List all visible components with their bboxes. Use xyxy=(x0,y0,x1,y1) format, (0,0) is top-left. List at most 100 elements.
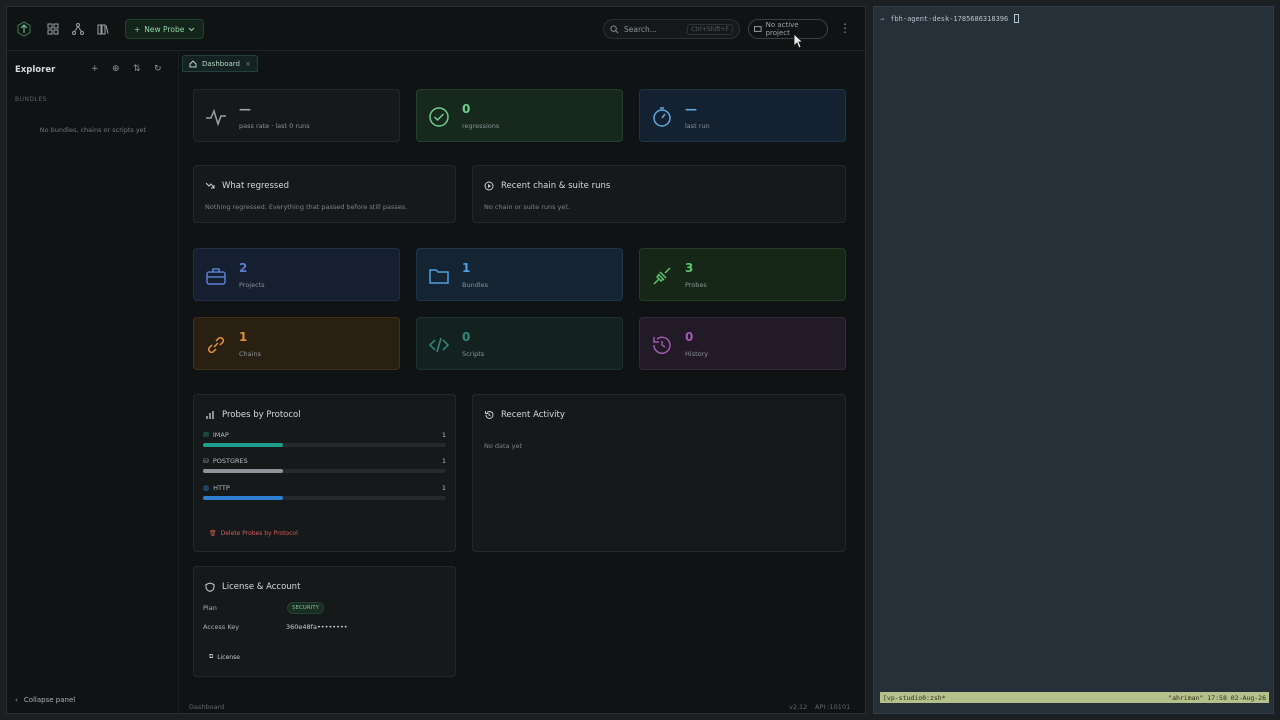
regressions-value: 0 xyxy=(462,102,471,116)
what-regressed-title: What regressed xyxy=(205,181,289,191)
protocol-row-imap: ✉ IMAP 1 xyxy=(203,431,446,447)
new-probe-button[interactable]: + New Probe xyxy=(125,19,205,39)
protocol-name: IMAP xyxy=(212,431,229,439)
license-card: License & Account Plan SECURITY Access K… xyxy=(193,566,456,677)
access-key-label: Access Key xyxy=(203,623,240,631)
license-button-label: License xyxy=(217,653,240,661)
collapse-panel-button[interactable]: ‹ Collapse panel xyxy=(15,696,75,704)
chains-value: 1 xyxy=(239,330,248,344)
history-value: 0 xyxy=(685,330,694,344)
project-selector-button[interactable]: No active project xyxy=(748,19,828,39)
history-label: History xyxy=(685,350,709,358)
chevron-left-icon: ‹ xyxy=(15,696,18,704)
protocol-count: 1 xyxy=(441,457,446,465)
delete-probes-by-protocol-button[interactable]: 🗑 Delete Probes by Protocol xyxy=(209,530,298,537)
library-icon[interactable] xyxy=(95,21,111,37)
more-menu-icon[interactable]: ⋮ xyxy=(839,21,851,35)
pass-rate-label: pass rate · last 0 runs xyxy=(239,122,310,130)
access-key-value: 360e48fa•••••••• xyxy=(286,623,348,631)
grid-icon[interactable] xyxy=(45,21,61,37)
flow-icon[interactable] xyxy=(70,21,86,37)
play-circle-icon xyxy=(484,181,494,191)
clock-icon xyxy=(485,410,494,419)
terminal-window[interactable]: → fbh-agent-desk-1785686318396 [vp-studi… xyxy=(873,6,1274,714)
protocol-bar-fill xyxy=(203,469,284,473)
probes-by-protocol-title-text: Probes by Protocol xyxy=(222,410,301,420)
chains-card[interactable]: 1 Chains xyxy=(193,317,400,370)
close-icon[interactable]: × xyxy=(245,60,251,68)
collapse-panel-label: Collapse panel xyxy=(23,696,76,704)
history-icon xyxy=(653,336,671,354)
tmux-session: [vp-studio0:zsh* xyxy=(883,693,946,702)
new-probe-label: New Probe xyxy=(144,24,185,34)
recent-activity-empty: No data yet xyxy=(484,442,523,450)
target-icon[interactable]: ⊕ xyxy=(112,64,120,74)
globe-icon: ◍ xyxy=(203,484,210,492)
chains-label: Chains xyxy=(239,350,261,358)
refresh-icon[interactable]: ↻ xyxy=(154,64,162,74)
protocol-name: HTTP xyxy=(213,484,230,492)
protocol-bar xyxy=(203,443,446,447)
bundles-card[interactable]: 1 Bundles xyxy=(416,248,623,301)
app-window: + New Probe Search... Ctrl+Shift+F No ac… xyxy=(6,6,866,714)
probes-card[interactable]: 3 Probes xyxy=(639,248,846,301)
probes-by-protocol-card: Probes by Protocol ✉ IMAP 1 ⛁ POSTGRES 1 ◍… xyxy=(193,394,456,552)
chevron-down-icon xyxy=(188,27,195,31)
terminal-prompt-line: → fbh-agent-desk-1785686318396 xyxy=(880,14,1020,23)
search-input[interactable]: Search... Ctrl+Shift+F xyxy=(603,19,740,39)
last-run-label: last run xyxy=(685,122,710,130)
search-placeholder: Search... xyxy=(624,24,657,34)
protocol-bar xyxy=(203,496,446,500)
pass-rate-value: — xyxy=(239,102,251,116)
external-link-icon: ⧉ xyxy=(209,653,214,660)
probes-by-protocol-title: Probes by Protocol xyxy=(205,410,301,420)
folder-icon xyxy=(429,269,449,284)
project-icon xyxy=(754,26,762,32)
recent-runs-title: Recent chain & suite runs xyxy=(484,181,610,191)
scripts-card[interactable]: 0 Scripts xyxy=(416,317,623,370)
plug-icon xyxy=(653,267,671,285)
recent-runs-card: Recent chain & suite runs No chain or su… xyxy=(472,165,846,223)
recent-activity-title: Recent Activity xyxy=(484,410,565,420)
projects-value: 2 xyxy=(239,261,248,275)
search-icon xyxy=(610,24,619,33)
protocol-name: POSTGRES xyxy=(212,457,248,465)
status-breadcrumb: Dashboard xyxy=(189,703,225,711)
probes-label: Probes xyxy=(685,281,707,289)
what-regressed-text: Nothing regressed. Everything that passe… xyxy=(205,203,408,211)
last-run-card: — last run xyxy=(639,89,846,142)
tab-strip: Dashboard × xyxy=(179,51,865,77)
app-logo-icon[interactable] xyxy=(16,21,32,37)
protocol-count: 1 xyxy=(441,431,446,439)
license-title-text: License & Account xyxy=(222,582,301,592)
plan-label: Plan xyxy=(203,604,217,612)
briefcase-icon xyxy=(206,268,226,285)
probes-value: 3 xyxy=(685,261,694,275)
code-icon xyxy=(428,337,450,353)
recent-activity-title-text: Recent Activity xyxy=(501,410,565,420)
terminal-cursor xyxy=(1014,14,1020,23)
pass-rate-card: — pass rate · last 0 runs xyxy=(193,89,400,142)
license-button[interactable]: ⧉ License xyxy=(209,653,240,661)
activity-icon xyxy=(206,108,226,127)
add-icon[interactable]: + xyxy=(91,64,99,74)
prompt-arrow-icon: → xyxy=(880,14,885,23)
projects-card[interactable]: 2 Projects xyxy=(193,248,400,301)
explorer-empty-text: No bundles, chains or scripts yet xyxy=(39,126,147,134)
mail-icon: ✉ xyxy=(203,431,209,439)
dashboard-content: — pass rate · last 0 runs 0 regressions … xyxy=(179,77,865,697)
home-icon xyxy=(189,59,197,67)
check-circle-icon xyxy=(429,107,449,127)
protocol-bar-fill xyxy=(203,496,284,500)
tmux-clock: "ahriman" 17:58 02-Aug-26 xyxy=(1168,693,1266,702)
tab-dashboard[interactable]: Dashboard × xyxy=(182,55,258,72)
timer-icon xyxy=(653,107,671,127)
recent-runs-text: No chain or suite runs yet. xyxy=(484,203,571,211)
tmux-status-bar: [vp-studio0:zsh* "ahriman" 17:58 02-Aug-… xyxy=(880,692,1269,703)
status-api: API :10101 xyxy=(815,703,851,711)
status-version: v2.12 xyxy=(789,703,808,711)
projects-label: Projects xyxy=(239,281,265,289)
history-card[interactable]: 0 History xyxy=(639,317,846,370)
bundles-value: 1 xyxy=(462,261,471,275)
sort-icon[interactable]: ⇅ xyxy=(133,64,141,74)
